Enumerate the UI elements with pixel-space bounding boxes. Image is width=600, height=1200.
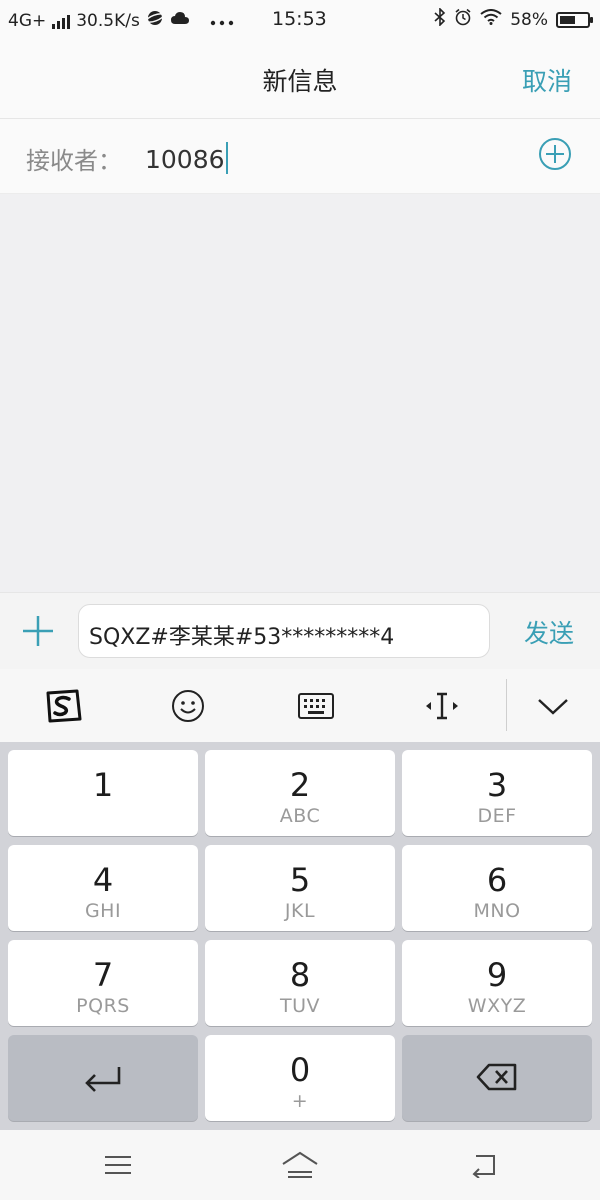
delete-key[interactable] xyxy=(402,1035,592,1121)
key-number: 6 xyxy=(486,861,508,899)
key-7[interactable]: 7 PQRS xyxy=(8,940,198,1026)
more-dots-icon xyxy=(210,11,234,31)
key-1[interactable]: 1 xyxy=(8,750,198,836)
enter-icon xyxy=(8,1057,198,1097)
navigation-bar xyxy=(0,1130,600,1200)
key-letters: PQRS xyxy=(76,995,130,1017)
key-number: 4 xyxy=(92,861,114,899)
battery-icon xyxy=(556,11,593,28)
key-number: 5 xyxy=(289,861,311,899)
key-letters: JKL xyxy=(284,900,316,922)
key-2[interactable]: 2 ABC xyxy=(205,750,395,836)
key-number: 7 xyxy=(92,956,114,994)
collapse-keyboard-icon[interactable] xyxy=(532,685,574,727)
app-header: 新信息 取消 xyxy=(0,40,600,119)
home-icon[interactable] xyxy=(280,1148,320,1182)
key-number: 0 xyxy=(289,1051,311,1089)
text-cursor xyxy=(225,142,228,174)
key-0[interactable]: 0 + xyxy=(205,1035,395,1121)
keyboard-icon[interactable] xyxy=(295,685,337,727)
ime-toolbar xyxy=(0,669,600,743)
toolbar-divider xyxy=(506,679,507,731)
network-type: 4G+ xyxy=(8,10,47,31)
recipient-label: 接收者： xyxy=(26,147,122,175)
key-9[interactable]: 9 WXYZ xyxy=(402,940,592,1026)
backspace-icon xyxy=(402,1057,592,1097)
key-number: 3 xyxy=(486,766,508,804)
key-letters: DEF xyxy=(477,805,517,827)
battery-percent: 58% xyxy=(510,9,548,30)
recipient-input[interactable]: 10086 xyxy=(145,142,228,174)
plus-icon[interactable] xyxy=(20,613,56,649)
emoji-icon[interactable] xyxy=(167,685,209,727)
key-number: 8 xyxy=(289,956,311,994)
add-contact-icon[interactable] xyxy=(538,137,572,171)
cloud-icon xyxy=(170,10,190,31)
alarm-icon xyxy=(454,8,472,31)
message-thread-area xyxy=(0,194,600,590)
message-input[interactable]: SQXZ#李某某#53*********4 xyxy=(78,604,490,658)
recipient-row: 接收者： 10086 xyxy=(0,119,600,194)
signal-icon xyxy=(52,13,71,29)
key-number: 2 xyxy=(289,766,311,804)
key-4[interactable]: 4 GHI xyxy=(8,845,198,931)
key-3[interactable]: 3 DEF xyxy=(402,750,592,836)
clock: 15:53 xyxy=(272,8,327,30)
page-title: 新信息 xyxy=(262,67,338,96)
key-5[interactable]: 5 JKL xyxy=(205,845,395,931)
back-icon[interactable] xyxy=(463,1148,503,1182)
key-letters: GHI xyxy=(84,900,122,922)
cancel-button[interactable]: 取消 xyxy=(522,62,572,98)
enter-key[interactable] xyxy=(8,1035,198,1121)
network-speed: 30.5K/s xyxy=(76,10,140,31)
key-8[interactable]: 8 TUV xyxy=(205,940,395,1026)
key-letters: WXYZ xyxy=(467,995,527,1017)
bluetooth-icon xyxy=(434,7,446,31)
menu-icon[interactable] xyxy=(98,1148,138,1182)
cursor-move-icon[interactable] xyxy=(421,685,463,727)
key-6[interactable]: 6 MNO xyxy=(402,845,592,931)
sogou-logo-icon[interactable] xyxy=(42,685,84,727)
key-letters: + xyxy=(291,1090,309,1112)
status-left: 4G+ 30.5K/s xyxy=(8,9,234,32)
send-button[interactable]: 发送 xyxy=(524,614,574,650)
status-right: 58% xyxy=(434,7,593,31)
key-number: 9 xyxy=(486,956,508,994)
numeric-keypad: 1 2 ABC 3 DEF 4 GHI 5 JKL 6 MNO 7 PQRS 8… xyxy=(0,742,600,1130)
planet-icon xyxy=(145,9,165,32)
key-letters: TUV xyxy=(279,995,320,1017)
recipient-value: 10086 xyxy=(145,145,225,174)
key-letters: MNO xyxy=(473,900,521,922)
status-bar: 4G+ 30.5K/s 15:53 58% xyxy=(0,0,600,40)
key-letters: ABC xyxy=(279,805,321,827)
key-number: 1 xyxy=(92,766,114,804)
compose-bar: SQXZ#李某某#53*********4 发送 xyxy=(0,592,600,670)
wifi-icon xyxy=(480,9,502,30)
